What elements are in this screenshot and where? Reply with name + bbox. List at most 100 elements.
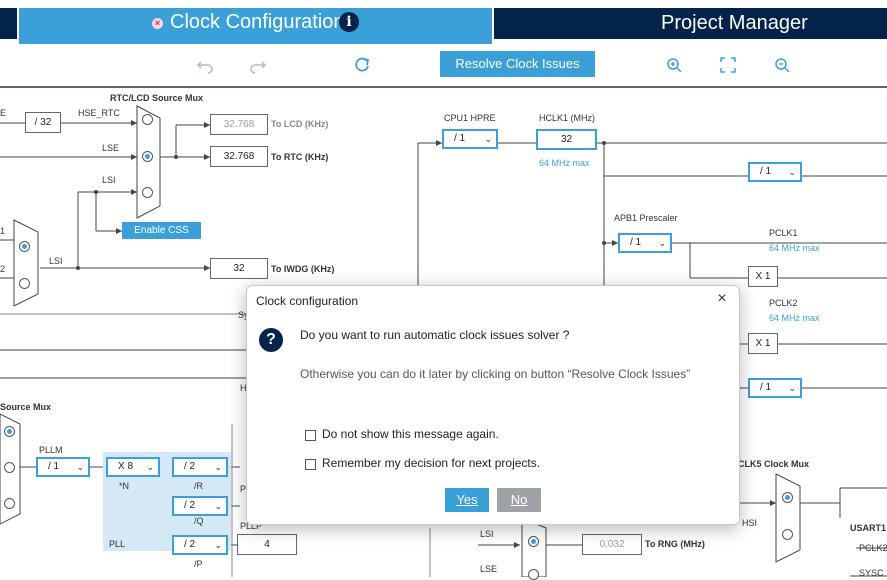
apb3-divider-select[interactable]: / 1 ⌄	[748, 378, 802, 398]
chevron-down-icon: ⌄	[484, 134, 492, 144]
pllr-label: /R	[194, 481, 203, 491]
rtc-mux-title: RTC/LCD Source Mux	[110, 93, 204, 103]
chevron-down-icon: ⌄	[788, 167, 796, 177]
chevron-down-icon: ⌄	[214, 501, 222, 511]
dialog-hint: Otherwise you can do it later by clickin…	[300, 367, 691, 381]
pclk2-max: 64 MHz max	[769, 313, 820, 323]
plln-value: X 8	[118, 461, 134, 472]
chevron-down-icon: ⌄	[76, 462, 84, 472]
to-iwdg-label: To IWDG (KHz)	[271, 264, 335, 274]
iwdg-freq-value: 32	[210, 258, 268, 279]
tab-previous[interactable]	[0, 8, 17, 39]
to-rtc-label: To RTC (KHz)	[271, 152, 329, 162]
tab-close-icon[interactable]: ×	[152, 18, 163, 29]
no-button[interactable]: No	[497, 488, 541, 512]
ahb-divider-select[interactable]: / 1 ⌄	[748, 162, 802, 182]
chevron-down-icon: ⌄	[146, 462, 154, 472]
zoom-in-icon[interactable]	[664, 55, 684, 75]
resolve-clock-issues-button[interactable]: Resolve Clock Issues	[440, 51, 595, 77]
cpu1-hpre-select[interactable]: / 1 ⌄	[442, 129, 498, 149]
rng-lse-label: LSE	[480, 564, 498, 574]
lcd-freq-value: 32.768	[210, 114, 268, 135]
hse-rtc-label: HSE_RTC	[78, 108, 120, 118]
hclk1-value[interactable]: 32	[536, 129, 597, 150]
pll-source-mux-title: Source Mux	[0, 402, 52, 412]
apb1-prescaler-select[interactable]: / 1 ⌄	[618, 233, 672, 253]
rng-freq-value: 0.032	[582, 534, 642, 555]
tab-project-manager[interactable]: Project Manager	[494, 8, 887, 39]
question-icon: ?	[259, 328, 283, 352]
rtc-mux-lse-radio[interactable]	[142, 151, 153, 162]
lsi-wire-label: LSI	[49, 256, 63, 266]
apb3-divider-value: / 1	[760, 382, 772, 393]
pclk2-source-label: PCLK2	[859, 543, 887, 553]
cpu1-hpre-label: CPU1 HPRE	[444, 113, 496, 123]
redo-icon[interactable]	[248, 55, 268, 75]
lsi-mux-radio-1[interactable]	[19, 241, 30, 252]
ahb-divider-value: / 1	[760, 166, 772, 177]
undo-icon[interactable]	[195, 55, 215, 75]
plln-select[interactable]: X 8 ⌄	[106, 457, 160, 477]
pll-source-radio-1[interactable]	[4, 426, 15, 437]
remember-decision-checkbox[interactable]	[305, 459, 316, 470]
tab-bar: × Clock Configuration i Project Manager	[0, 0, 887, 46]
close-icon[interactable]: ×	[714, 291, 730, 307]
rng-lsi-label: LSI	[480, 529, 494, 539]
pllr-select[interactable]: / 2 ⌄	[172, 457, 228, 477]
dialog-title: Clock configuration	[256, 294, 359, 308]
pllm-label: PLLM	[39, 445, 63, 455]
pllp-freq-value: 4	[237, 534, 297, 555]
pclk1-label: PCLK1	[769, 228, 798, 238]
fit-to-screen-icon[interactable]	[718, 55, 738, 75]
rtc-freq-value: 32.768	[210, 146, 268, 167]
dialog-message: Do you want to run automatic clock issue…	[300, 328, 570, 342]
hse-label-fragment: E	[0, 108, 7, 118]
pllp-value: / 2	[184, 539, 196, 550]
remember-decision-label[interactable]: Remember my decision for next projects.	[322, 456, 540, 470]
usart1-label: USART1	[850, 523, 887, 533]
apb1-prescaler-value: / 1	[630, 237, 642, 248]
rtc-mux-hse-radio[interactable]	[142, 114, 153, 125]
toolbar: Resolve Clock Issues	[0, 46, 887, 84]
do-not-show-checkbox[interactable]	[305, 430, 316, 441]
pllq-label: /Q	[194, 516, 204, 526]
pllm-select[interactable]: / 1 ⌄	[36, 457, 90, 477]
pllq-select[interactable]: / 2 ⌄	[172, 496, 228, 516]
pll-source-radio-2[interactable]	[4, 462, 15, 473]
tab-clock-configuration[interactable]: × Clock Configuration i	[19, 8, 492, 44]
hse-rtc-divider[interactable]: / 32	[25, 112, 61, 133]
lse-label: LSE	[102, 143, 120, 153]
rng-mux-lse-radio[interactable]	[528, 569, 539, 580]
pclk2-label: PCLK2	[769, 298, 798, 308]
chevron-down-icon: ⌄	[214, 540, 222, 550]
clock-configuration-dialog: Clock configuration × ? Do you want to r…	[246, 285, 740, 525]
lsi-mux-input-1: 1	[0, 226, 6, 236]
lsi-mux-input-2: 2	[0, 264, 6, 274]
hclk1-max: 64 MHz max	[539, 158, 590, 168]
to-rng-label: To RNG (MHz)	[645, 539, 705, 549]
tab-clock-label: Clock Configuration	[170, 11, 345, 33]
pllp-label: /P	[194, 559, 203, 569]
lsi-mux-radio-2[interactable]	[19, 278, 30, 289]
chevron-down-icon: ⌄	[214, 462, 222, 472]
pclk1-max: 64 MHz max	[769, 243, 820, 253]
do-not-show-label[interactable]: Do not show this message again.	[322, 427, 499, 441]
clk5-mux-radio-2[interactable]	[782, 529, 793, 540]
enable-css-button[interactable]: Enable CSS	[122, 222, 201, 239]
rtc-mux-lsi-radio[interactable]	[142, 187, 153, 198]
to-lcd-label: To LCD (KHz)	[271, 119, 329, 129]
chevron-down-icon: ⌄	[658, 238, 666, 248]
refresh-icon[interactable]	[352, 55, 372, 75]
pll-label: PLL	[109, 539, 126, 549]
pllm-value: / 1	[48, 461, 60, 472]
pll-source-radio-3[interactable]	[4, 498, 15, 509]
pllq-value: / 2	[184, 500, 196, 511]
clk5-mux-radio-1[interactable]	[782, 492, 793, 503]
info-icon[interactable]: i	[339, 12, 359, 32]
rng-mux-lsi-radio[interactable]	[528, 536, 539, 547]
apb2-timer-multiplier: X 1	[748, 333, 778, 354]
chevron-down-icon: ⌄	[788, 383, 796, 393]
yes-button[interactable]: Yes	[445, 488, 489, 512]
zoom-out-icon[interactable]	[772, 55, 792, 75]
pllp-select[interactable]: / 2 ⌄	[172, 535, 228, 555]
